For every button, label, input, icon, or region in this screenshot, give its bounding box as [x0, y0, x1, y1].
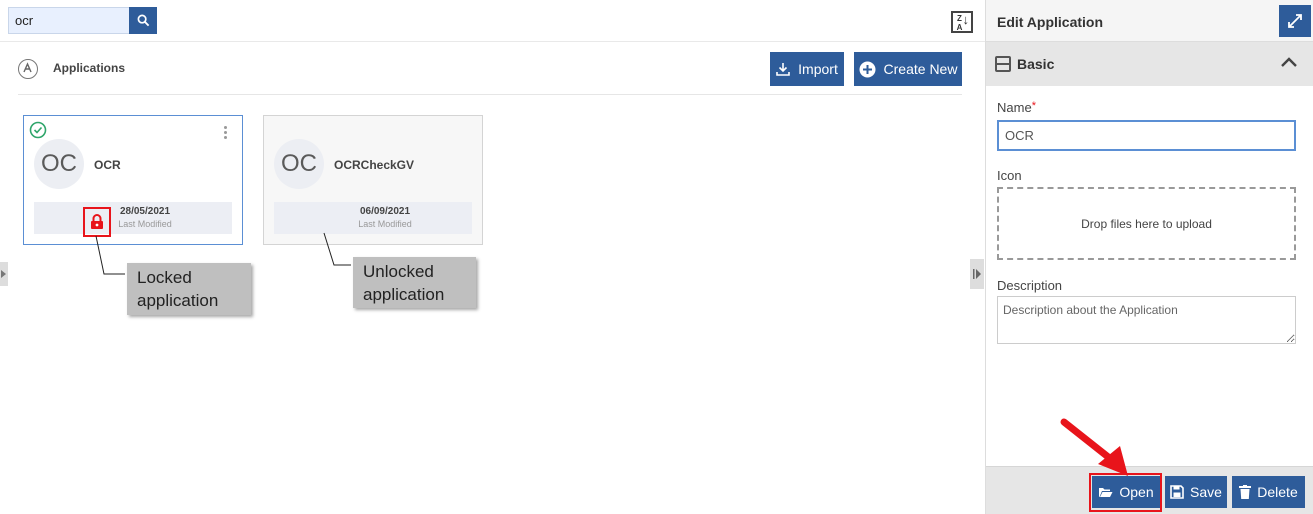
callout-unlocked: Unlocked application: [353, 257, 476, 308]
expand-button[interactable]: [1279, 5, 1311, 37]
collapse-left-handle[interactable]: [0, 262, 8, 286]
expand-icon: [1288, 14, 1302, 28]
save-label: Save: [1190, 484, 1222, 500]
name-field[interactable]: [997, 120, 1296, 151]
save-button[interactable]: Save: [1165, 476, 1227, 508]
section-title: Basic: [1017, 56, 1055, 72]
form-section-icon: [995, 56, 1011, 72]
callout-leader-lines: [95, 232, 351, 275]
save-icon: [1170, 485, 1184, 499]
delete-button[interactable]: Delete: [1232, 476, 1305, 508]
callout-locked: Locked application: [127, 263, 251, 315]
edit-application-panel: Edit Application Basic Name* Icon Drop f…: [985, 0, 1313, 514]
delete-label: Delete: [1257, 484, 1298, 500]
triangle-right-icon: [1, 270, 6, 278]
icon-label: Icon: [997, 168, 1022, 183]
trash-icon: [1239, 485, 1252, 499]
description-field[interactable]: [997, 296, 1296, 344]
form-body: Name* Icon Drop files here to upload Des…: [986, 86, 1313, 466]
chevron-up-icon[interactable]: [1280, 55, 1298, 69]
required-mark: *: [1031, 100, 1036, 112]
icon-dropzone[interactable]: Drop files here to upload: [997, 187, 1296, 260]
name-label-text: Name: [997, 100, 1032, 115]
collapse-panel-handle[interactable]: [970, 259, 984, 289]
red-arrow-icon: [1060, 418, 1128, 476]
main-area: ZA ↓ Applications Import Create New OC O…: [0, 0, 985, 514]
panel-title: Edit Application: [997, 14, 1104, 30]
collapse-right-icon: [973, 269, 981, 279]
description-label: Description: [997, 278, 1063, 293]
basic-section-header[interactable]: Basic: [986, 42, 1313, 86]
name-label: Name*: [997, 100, 1036, 115]
